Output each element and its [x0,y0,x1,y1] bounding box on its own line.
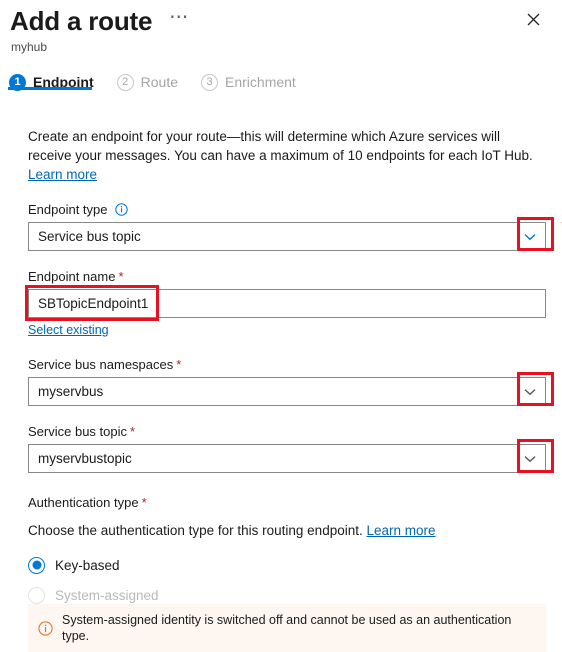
service-bus-topic-value: myservbustopic [38,451,132,466]
close-icon[interactable] [520,6,546,32]
tab-number-2: 2 [116,73,134,91]
radio-option-key-based[interactable]: Key-based [28,552,548,578]
endpoint-type-label: Endpoint type [28,202,108,217]
blade-header: Add a route ⋯ myhub 1 Endpoint 2 Route 3… [0,0,562,97]
endpoint-name-required-marker: * [118,269,124,284]
info-icon [38,620,53,636]
tab-label-route: Route [140,74,179,90]
page-title: Add a route [10,6,153,36]
learn-more-link[interactable]: Learn more [28,167,97,182]
authentication-type-required-marker: * [141,495,147,510]
radio-label-key-based: Key-based [55,557,120,573]
endpoint-description: Create an endpoint for your route—this w… [28,127,546,184]
service-bus-namespaces-label-row: Service bus namespaces * [28,357,548,372]
service-bus-namespaces-required-marker: * [176,357,182,372]
radio-label-system-assigned: System-assigned [55,587,159,603]
service-bus-topic-field: Service bus topic * myservbustopic [28,424,554,473]
service-bus-namespaces-field: Service bus namespaces * myservbus [28,357,554,406]
endpoint-name-label: Endpoint name [28,269,116,284]
service-bus-namespaces-label: Service bus namespaces [28,357,174,372]
endpoint-name-value: SBTopicEndpoint1 [38,296,149,311]
service-bus-namespaces-input-wrap: myservbus [28,372,554,406]
info-banner: System-assigned identity is switched off… [28,604,546,652]
blade-content: Create an endpoint for your route—this w… [0,127,562,638]
authentication-description-text: Choose the authentication type for this … [28,523,363,538]
service-bus-topic-input-wrap: myservbustopic [28,439,554,473]
endpoint-name-input-wrap: SBTopicEndpoint1 [25,285,546,321]
tab-route[interactable]: 2 Route [116,67,179,97]
authentication-type-label: Authentication type [28,495,139,510]
chevron-down-icon[interactable] [515,378,545,405]
title-row: Add a route ⋯ [0,6,562,36]
service-bus-namespaces-select[interactable]: myservbus [28,377,546,406]
radio-indicator-system-assigned [28,586,45,604]
tab-label-enrichment: Enrichment [225,74,296,90]
tab-enrichment[interactable]: 3 Enrichment [201,67,296,97]
endpoint-type-input-wrap: Service bus topic * [28,217,562,251]
endpoint-name-input[interactable]: SBTopicEndpoint1 [28,289,546,318]
blade-subtitle: myhub [11,40,48,54]
endpoint-name-label-row: Endpoint name * [28,269,548,284]
wizard-tabs: 1 Endpoint 2 Route 3 Enrichment [0,67,562,97]
tab-number-3: 3 [201,73,219,91]
chevron-down-icon[interactable] [515,223,545,250]
endpoint-type-select[interactable]: Service bus topic [28,222,546,251]
chevron-down-icon[interactable] [515,445,545,472]
endpoint-type-value: Service bus topic [38,229,141,244]
endpoint-type-label-row: Endpoint type [28,202,548,217]
select-existing-link[interactable]: Select existing [28,323,109,337]
authentication-learn-more-link[interactable]: Learn more [367,523,436,538]
active-tab-underline [8,87,92,90]
info-banner-text: System-assigned identity is switched off… [62,613,512,643]
endpoint-type-field: Endpoint type Service bus topic * [28,202,562,251]
service-bus-namespaces-value: myservbus [38,384,104,399]
authentication-description: Choose the authentication type for this … [28,523,548,538]
service-bus-topic-required-marker: * [130,424,136,439]
info-icon[interactable] [114,203,128,216]
authentication-type-label-row: Authentication type * [28,495,548,510]
more-options-icon[interactable]: ⋯ [166,8,192,33]
service-bus-topic-label: Service bus topic [28,424,127,439]
service-bus-topic-select[interactable]: myservbustopic [28,444,546,473]
endpoint-description-text: Create an endpoint for your route—this w… [28,129,533,163]
tab-endpoint[interactable]: 1 Endpoint [9,67,94,97]
service-bus-topic-label-row: Service bus topic * [28,424,548,439]
radio-indicator-key-based[interactable] [28,556,45,574]
endpoint-name-field: Endpoint name * SBTopicEndpoint1 Select … [25,269,548,339]
